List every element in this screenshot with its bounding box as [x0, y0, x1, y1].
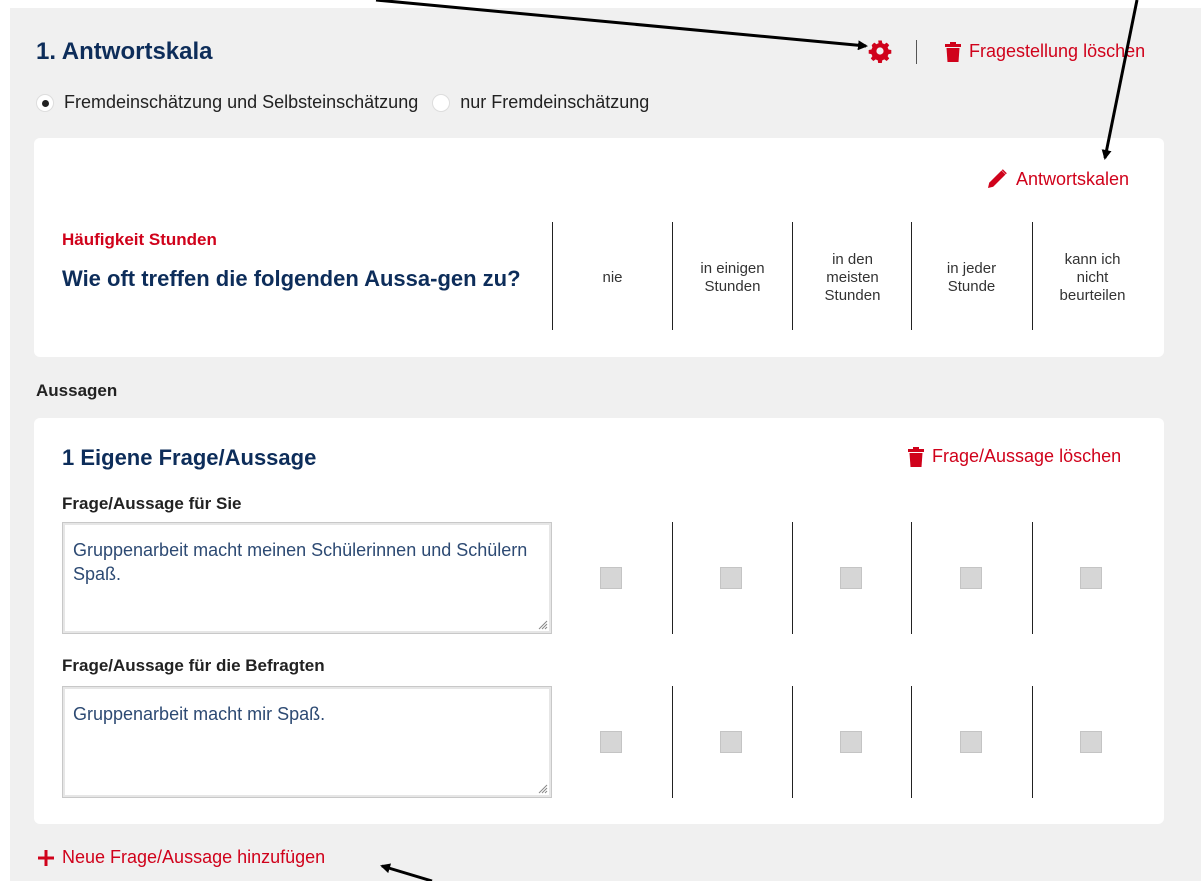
- column-divider: [1032, 686, 1033, 798]
- field-label-befragte: Frage/Aussage für die Befragten: [62, 656, 325, 675]
- statement-textarea-befragte[interactable]: Gruppenarbeit macht mir Spaß.: [62, 686, 552, 798]
- trash-icon: [908, 446, 924, 467]
- column-divider: [911, 686, 912, 798]
- scale-checkbox[interactable]: [600, 731, 622, 753]
- trash-icon: [945, 41, 961, 62]
- scale-checkbox[interactable]: [840, 731, 862, 753]
- edit-scales-link[interactable]: Antwortskalen: [986, 168, 1129, 190]
- radio-fremd-und-selbst[interactable]: Fremdeinschätzung und Selbsteinschätzung: [36, 92, 418, 113]
- assessment-radio-group: Fremdeinschätzung und Selbsteinschätzung…: [36, 92, 663, 113]
- radio-label: Fremdeinschätzung und Selbsteinschätzung: [64, 92, 419, 112]
- scale-checkbox[interactable]: [1080, 567, 1102, 589]
- scale-question: Wie oft treffen die folgenden Aussa-gen …: [62, 266, 521, 291]
- scale-checkbox[interactable]: [1080, 731, 1102, 753]
- scale-column-jeder: in jeder Stunde: [946, 260, 997, 295]
- column-divider: [1032, 522, 1033, 634]
- delete-question-link[interactable]: Fragestellung löschen: [945, 41, 1145, 62]
- header-divider: [916, 40, 917, 64]
- column-divider: [672, 686, 673, 798]
- statement-textarea-sie[interactable]: Gruppenarbeit macht meinen Schülerinnen …: [62, 522, 552, 634]
- plus-icon: [38, 849, 54, 866]
- edit-scales-label: Antwortskalen: [1016, 168, 1130, 189]
- resize-handle-icon[interactable]: [536, 782, 548, 794]
- textarea-value: Gruppenarbeit macht meinen Schülerinnen …: [73, 540, 528, 585]
- column-divider: [911, 522, 912, 634]
- scale-column-meisten: in den meisten Stunden: [824, 251, 881, 304]
- scale-checkbox[interactable]: [960, 731, 982, 753]
- scale-column-nie: nie: [602, 269, 623, 286]
- radio-button-checked[interactable]: [36, 93, 54, 112]
- scale-column-nicht-beurteilen: kann ich nicht beurteilen: [1059, 251, 1126, 304]
- scale-column-einige: in einigen Stunden: [700, 260, 765, 295]
- add-statement-link[interactable]: Neue Frage/Aussage hinzufügen: [38, 847, 325, 868]
- radio-label: nur Fremdeinschätzung: [460, 92, 650, 112]
- scale-checkbox[interactable]: [960, 567, 982, 589]
- scale-category: Häufigkeit Stunden: [62, 230, 217, 249]
- delete-statement-link[interactable]: Frage/Aussage löschen: [908, 446, 1121, 467]
- statement-title: 1 Eigene Frage/Aussage: [62, 445, 317, 470]
- column-divider: [672, 522, 673, 634]
- add-statement-label: Neue Frage/Aussage hinzufügen: [62, 847, 326, 867]
- resize-handle-icon[interactable]: [536, 618, 548, 630]
- delete-statement-label: Frage/Aussage löschen: [932, 446, 1122, 466]
- column-divider: [792, 686, 793, 798]
- scale-checkbox[interactable]: [720, 567, 742, 589]
- scale-checkbox[interactable]: [600, 567, 622, 589]
- radio-nur-fremd[interactable]: nur Fremdeinschätzung: [432, 92, 649, 113]
- pencil-icon: [988, 169, 1007, 188]
- delete-question-label: Fragestellung löschen: [969, 41, 1146, 61]
- scale-checkbox[interactable]: [840, 567, 862, 589]
- field-label-sie: Frage/Aussage für Sie: [62, 494, 242, 513]
- column-divider: [792, 522, 793, 634]
- scale-checkbox[interactable]: [720, 731, 742, 753]
- section-title: 1. Antwortskala: [36, 38, 213, 65]
- statements-heading: Aussagen: [36, 381, 118, 400]
- textarea-value: Gruppenarbeit macht mir Spaß.: [73, 704, 326, 724]
- gear-icon[interactable]: [868, 39, 892, 63]
- radio-button[interactable]: [432, 93, 451, 112]
